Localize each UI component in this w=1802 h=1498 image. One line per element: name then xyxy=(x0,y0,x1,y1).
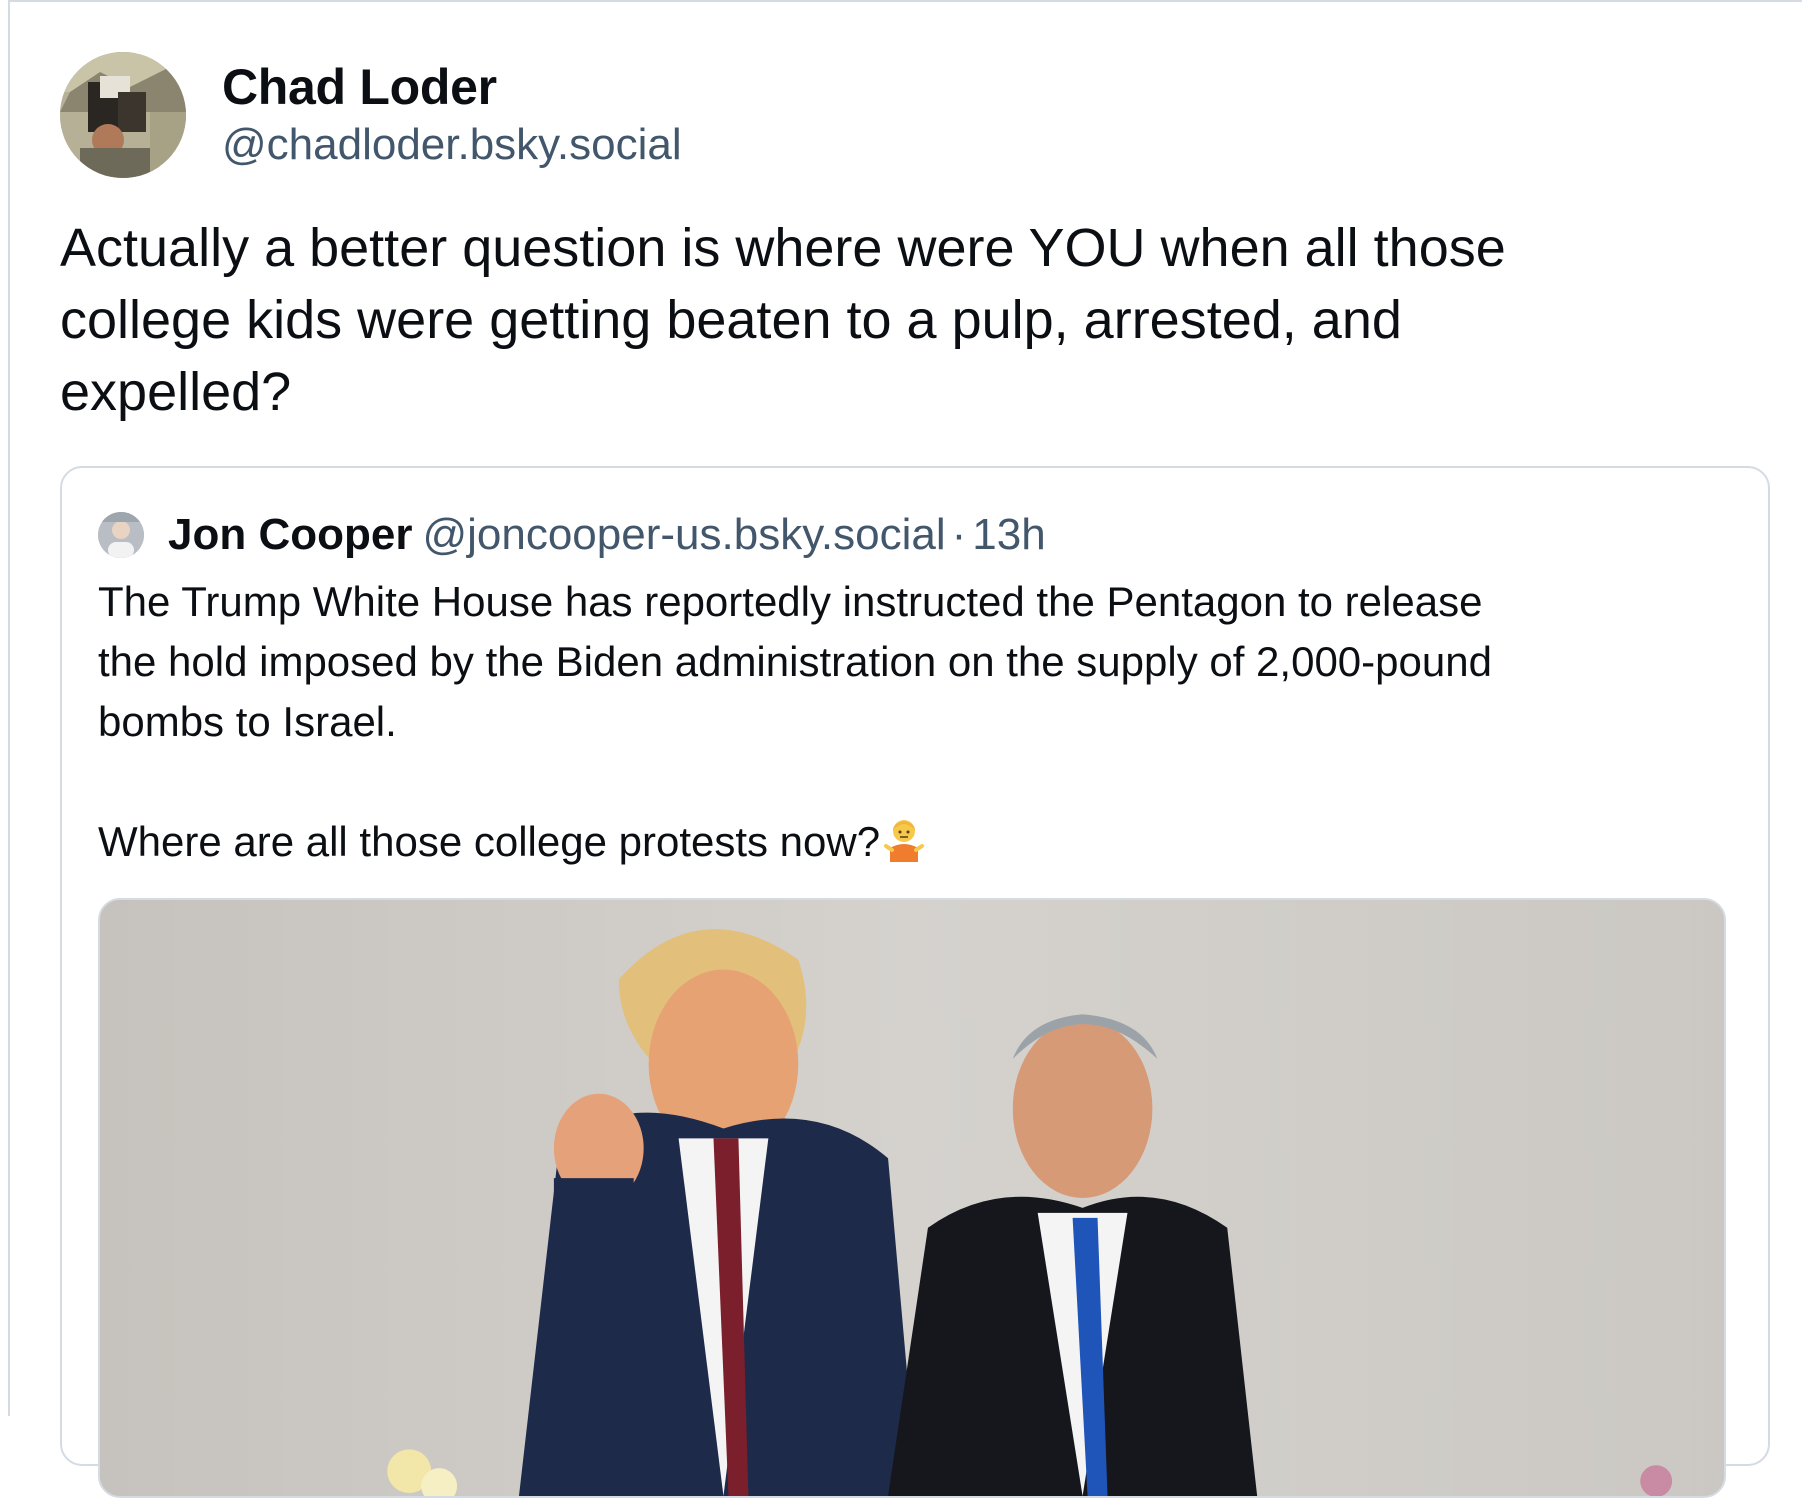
author-handle[interactable]: @chadloder.bsky.social xyxy=(222,120,682,170)
quoted-post-time[interactable]: 13h xyxy=(972,510,1045,559)
meta-separator: · xyxy=(951,510,967,559)
quoted-avatar-image xyxy=(98,512,144,558)
author-avatar[interactable] xyxy=(60,52,186,178)
quoted-post-card[interactable]: Jon Cooper @joncooper-us.bsky.social · 13h … xyxy=(60,466,1770,1498)
quoted-post-header: Jon Cooper @joncooper-us.bsky.social · 13h xyxy=(168,510,1046,560)
quoted-author-display-name[interactable]: Jon Cooper xyxy=(168,510,412,559)
quoted-post-image[interactable] xyxy=(98,898,1726,1498)
author-display-name[interactable]: Chad Loder xyxy=(222,58,497,116)
quoted-author-avatar[interactable] xyxy=(98,512,144,558)
person-shrugging-emoji-icon xyxy=(884,820,925,862)
post-card[interactable]: Chad Loder @chadloder.bsky.social Actual… xyxy=(8,0,1802,1498)
quoted-post-body-text: The Trump White House has reportedly ins… xyxy=(98,578,1492,865)
quoted-author-handle[interactable]: @joncooper-us.bsky.social xyxy=(422,510,945,559)
quoted-post-text-block: The Trump White House has reportedly ins… xyxy=(98,572,1748,872)
post-body-text: Actually a better question is where were… xyxy=(60,218,1506,422)
photo-two-men-walking xyxy=(100,900,1724,1496)
avatar-image xyxy=(60,52,186,178)
